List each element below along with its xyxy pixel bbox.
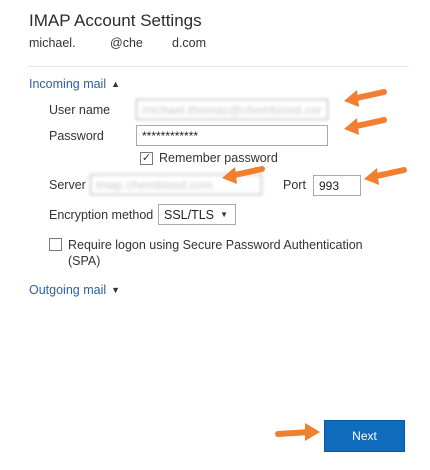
annotation-arrow-icon <box>344 117 387 135</box>
account-email-part-1: michael. <box>29 36 76 50</box>
account-email-part-2: @che <box>110 36 143 50</box>
password-label: Password <box>49 129 104 143</box>
port-label: Port <box>283 178 306 192</box>
annotation-arrow-icon <box>364 167 407 185</box>
spa-checkbox[interactable] <box>49 238 62 251</box>
account-email-part-3: d.com <box>172 36 207 50</box>
encryption-method-label: Encryption method <box>49 208 154 222</box>
outgoing-mail-toggle[interactable]: Outgoing mail ▼ <box>29 283 120 297</box>
password-field[interactable] <box>136 125 328 146</box>
annotation-arrow-icon <box>222 166 265 184</box>
page-title: IMAP Account Settings <box>29 11 202 30</box>
annotation-arrow-icon <box>344 89 387 107</box>
encryption-method-select[interactable]: SSL/TLS ▼ <box>158 204 236 225</box>
remember-password-checkbox[interactable]: ✓ <box>140 152 153 165</box>
annotation-arrow-icon <box>275 423 320 441</box>
encryption-method-value: SSL/TLS <box>164 207 215 222</box>
chevron-down-icon: ▼ <box>220 210 228 219</box>
username-field[interactable] <box>136 99 328 120</box>
spa-label: Require logon using Secure Password Auth… <box>68 238 363 268</box>
next-button[interactable]: Next <box>324 420 405 452</box>
username-label: User name <box>49 103 111 117</box>
checkmark-icon: ✓ <box>141 152 152 164</box>
incoming-mail-toggle[interactable]: Incoming mail ▲ <box>29 77 120 91</box>
port-field[interactable] <box>313 175 361 196</box>
chevron-up-icon: ▲ <box>111 79 121 89</box>
header-divider <box>29 66 409 67</box>
incoming-mail-label: Incoming mail <box>29 77 107 91</box>
outgoing-mail-label: Outgoing mail <box>29 283 107 297</box>
server-label: Server <box>49 178 86 192</box>
chevron-down-icon: ▼ <box>111 285 121 295</box>
